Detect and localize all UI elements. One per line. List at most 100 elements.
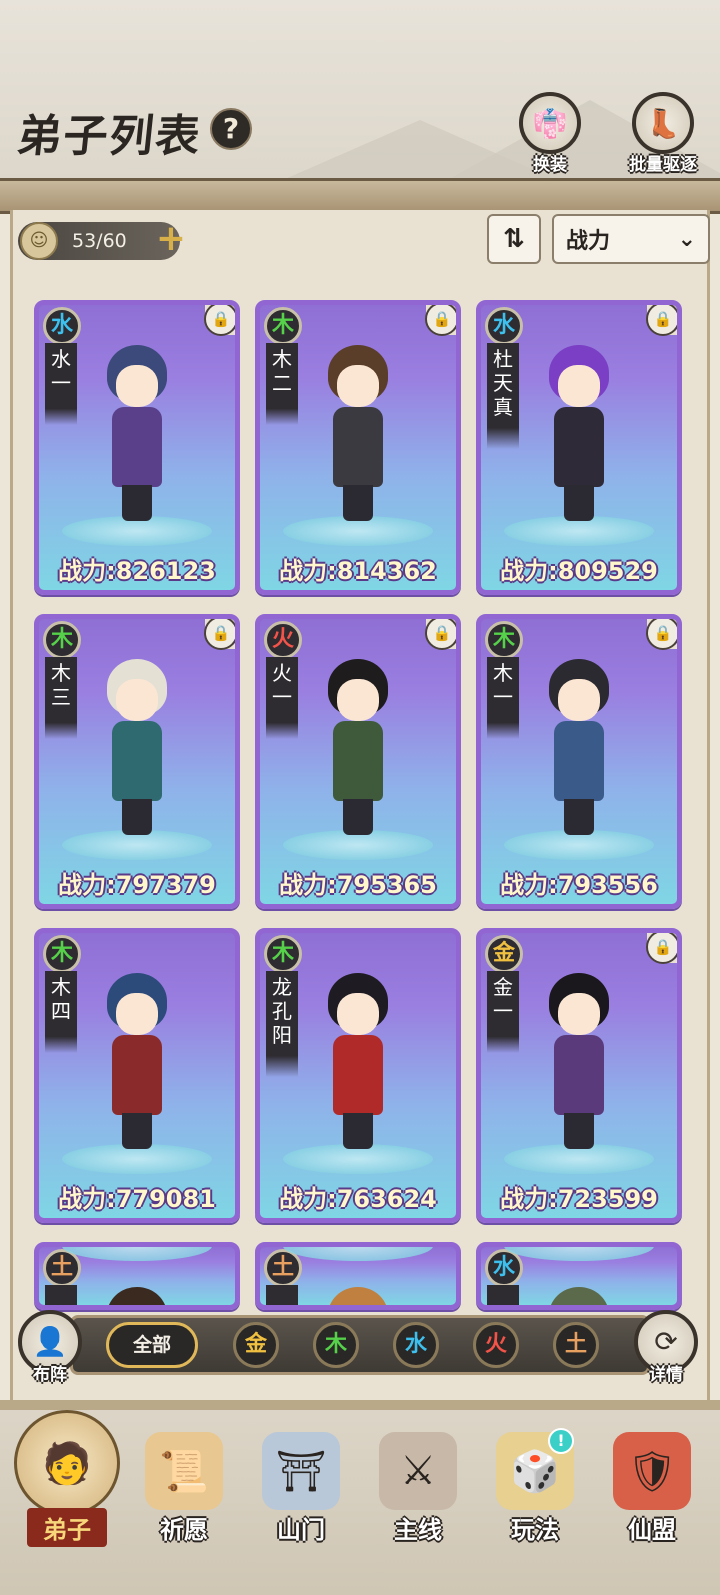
disciple-card[interactable]: 🔒 水水一战力:826123 xyxy=(34,300,240,595)
lock-icon[interactable]: 🔒 xyxy=(425,305,456,336)
change-outfit-button[interactable]: 👘 换装 xyxy=(510,92,590,178)
add-capacity-button[interactable]: + xyxy=(156,220,186,258)
sort-order-button[interactable]: ⇅ xyxy=(487,214,541,264)
batch-expel-button[interactable]: 👢 批量驱逐 xyxy=(618,92,708,178)
lock-icon[interactable]: 🔒 xyxy=(646,619,677,650)
filter-earth[interactable]: 土 xyxy=(553,1322,599,1368)
nav-item-gate[interactable]: ⛩ 山门 xyxy=(248,1432,354,1552)
disciple-power: 战力:793556 xyxy=(500,871,658,899)
disciple-card[interactable]: 🔒 木木二战力:814362 xyxy=(255,300,461,595)
filter-water[interactable]: 水 xyxy=(393,1322,439,1368)
nav-item-wish-scroll[interactable]: 📜 祈愿 xyxy=(131,1432,237,1552)
element-badge: 水 xyxy=(485,307,523,345)
disciple-card[interactable]: 🔒 火火一战力:795365 xyxy=(255,614,461,909)
boot-icon: 👢 xyxy=(632,92,694,154)
disciple-card[interactable]: 🔒 木木一战力:793556 xyxy=(476,614,682,909)
lock-icon[interactable]: 🔒 xyxy=(425,619,456,650)
details-label: 详情 xyxy=(649,1365,683,1385)
formation-button[interactable]: 👤 布阵 xyxy=(12,1310,88,1386)
character-pedestal xyxy=(283,1247,433,1261)
filter-all[interactable]: 全部 xyxy=(106,1322,198,1368)
nav-item-label: 玩法 xyxy=(511,1516,559,1544)
element-badge: 火 xyxy=(264,621,302,659)
nav-item-gameplay[interactable]: 🎲 玩法! xyxy=(482,1428,588,1552)
alliance-icon: 🛡 xyxy=(613,1432,691,1510)
bottom-nav-edge xyxy=(0,1400,720,1410)
nav-item-label: 仙盟 xyxy=(628,1516,676,1544)
element-badge: 水 xyxy=(43,307,81,345)
element-badge: 金 xyxy=(485,935,523,973)
nav-item-alliance[interactable]: 🛡 仙盟 xyxy=(599,1432,705,1552)
character-portrait xyxy=(94,973,180,1153)
disciple-card[interactable]: 土 xyxy=(34,1242,240,1310)
character-portrait xyxy=(94,659,180,839)
details-button[interactable]: ⟳ 详情 xyxy=(628,1310,704,1386)
disciple-card[interactable]: 木龙孔阳战力:763624 xyxy=(255,928,461,1223)
filter-wood[interactable]: 木 xyxy=(313,1322,359,1368)
header-band xyxy=(0,178,720,214)
disciple-power: 战力:795365 xyxy=(279,871,437,899)
formation-label: 布阵 xyxy=(33,1365,67,1385)
disciple-card[interactable]: 🔒 木木三战力:797379 xyxy=(34,614,240,909)
disciple-name-char: 木 xyxy=(51,661,71,685)
character-portrait xyxy=(315,345,401,525)
disciple-name: 木四 xyxy=(45,971,77,1053)
disciple-name-char: 孔 xyxy=(272,999,292,1023)
lock-icon[interactable]: 🔒 xyxy=(204,619,235,650)
lock-icon[interactable]: 🔒 xyxy=(646,933,677,964)
disciple-name-char: 一 xyxy=(51,371,71,395)
notification-badge: ! xyxy=(548,1428,574,1454)
disciple-power: 战力:779081 xyxy=(58,1185,216,1213)
character-pedestal xyxy=(504,1247,654,1261)
character-portrait xyxy=(536,1287,622,1305)
disciple-name: 水一 xyxy=(45,343,77,425)
chevron-down-icon: ⌄ xyxy=(677,226,696,252)
disciple-name-char: 木 xyxy=(272,347,292,371)
nav-item-label: 主线 xyxy=(394,1516,442,1544)
batch-expel-label: 批量驱逐 xyxy=(629,155,697,175)
filter-fire[interactable]: 火 xyxy=(473,1322,519,1368)
disciple-name-char: 水 xyxy=(51,347,71,371)
disciple-card[interactable]: 🔒 金金一战力:723599 xyxy=(476,928,682,1223)
disciple-name-char: 真 xyxy=(493,395,513,419)
disciple-name xyxy=(266,1285,298,1305)
character-portrait xyxy=(315,659,401,839)
disciple-name: 龙孔阳 xyxy=(266,971,298,1077)
disciple-name-char: 一 xyxy=(493,685,513,709)
disciple-name-char: 二 xyxy=(272,371,292,395)
header: 弟子列表 ? 👘 换装 👢 批量驱逐 xyxy=(0,0,720,190)
nav-item-label: 祈愿 xyxy=(160,1516,208,1544)
lock-icon[interactable]: 🔒 xyxy=(204,305,235,336)
disciple-name-char: 三 xyxy=(51,685,71,709)
character-portrait xyxy=(536,659,622,839)
disciple-card[interactable]: 土 xyxy=(255,1242,461,1310)
disciple-name-char: 龙 xyxy=(272,975,292,999)
disciple-name: 火一 xyxy=(266,657,298,739)
disciple-card[interactable]: 木木四战力:779081 xyxy=(34,928,240,1223)
disciple-name xyxy=(45,1285,77,1305)
sort-dropdown-value: 战力 xyxy=(566,229,611,254)
filter-metal[interactable]: 金 xyxy=(233,1322,279,1368)
character-portrait xyxy=(94,345,180,525)
character-pedestal xyxy=(62,1247,212,1261)
disciple-name-char: 木 xyxy=(51,975,71,999)
disciple-name-char: 木 xyxy=(493,661,513,685)
nav-item-disciple[interactable]: 🧑 弟子 xyxy=(14,1410,120,1547)
disciple-name-char: 四 xyxy=(51,999,71,1023)
help-icon[interactable]: ? xyxy=(210,108,252,150)
sort-dropdown[interactable]: 战力 ⌄ xyxy=(552,214,710,264)
disciple-card[interactable]: 水 xyxy=(476,1242,682,1310)
disciple-power: 战力:809529 xyxy=(500,557,658,585)
disciple-name-char: 一 xyxy=(493,999,513,1023)
disciple-counter: ☺ 53/60 + xyxy=(18,220,186,260)
character-portrait xyxy=(94,1287,180,1305)
nav-item-sword-mountain[interactable]: ⚔ 主线 xyxy=(365,1432,471,1552)
lock-icon[interactable]: 🔒 xyxy=(646,305,677,336)
disciple-name-char: 一 xyxy=(272,685,292,709)
page-title: 弟子列表 xyxy=(14,111,205,162)
disciple-name: 杜天真 xyxy=(487,343,519,449)
change-outfit-label: 换装 xyxy=(533,155,567,175)
character-portrait xyxy=(315,1287,401,1305)
character-portrait xyxy=(536,345,622,525)
disciple-card[interactable]: 🔒 水杜天真战力:809529 xyxy=(476,300,682,595)
